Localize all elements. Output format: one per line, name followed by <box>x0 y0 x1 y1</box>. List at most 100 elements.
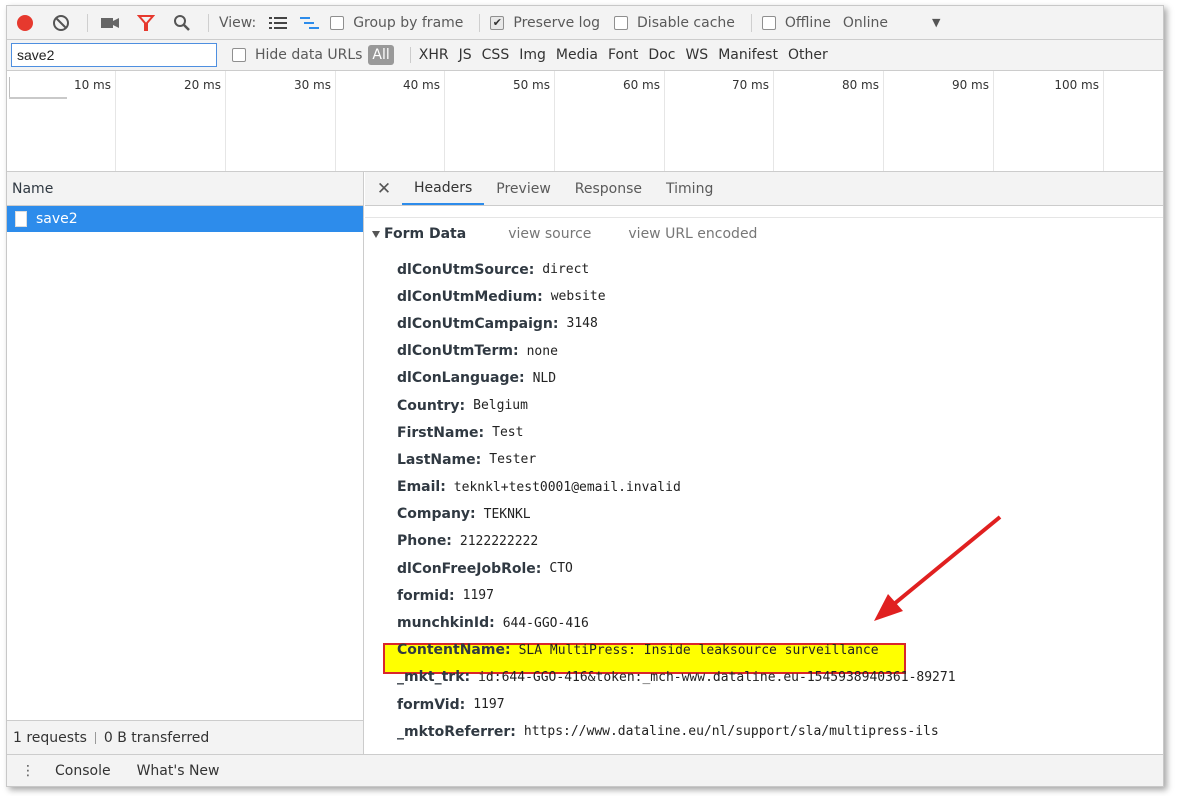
form-data-row: Email: teknkl+test0001@email.invalid <box>397 474 1163 501</box>
form-data-value: 2122222222 <box>459 533 539 549</box>
overview-tick: 60 ms <box>555 71 665 171</box>
form-data-key: dlConUtmMedium: <box>397 288 543 305</box>
form-data-key: dlConLanguage: <box>397 370 525 387</box>
tick-label: 70 ms <box>731 78 769 92</box>
overview-tick: 20 ms <box>116 71 226 171</box>
close-icon[interactable]: ✕ <box>373 172 395 205</box>
form-data-key: dlConUtmCampaign: <box>397 315 559 332</box>
group-by-frame-label: Group by frame <box>353 14 464 31</box>
tick-label: 10 ms <box>73 78 111 92</box>
toolbar-divider <box>750 13 752 32</box>
form-data-value: CTO <box>549 561 573 577</box>
checkbox-box[interactable]: ✔ <box>490 15 505 30</box>
type-filter-media[interactable]: Media <box>556 46 598 64</box>
form-data-section-header[interactable]: Form Data view source view URL encoded <box>372 226 794 242</box>
form-data-key: formid: <box>397 587 455 604</box>
drawer-bar: ⋮ Console What's New <box>7 754 1163 786</box>
transferred-size: 0 B transferred <box>103 729 210 746</box>
form-data-value: teknkl+test0001@email.invalid <box>453 479 681 495</box>
form-data-row: dlConUtmCampaign: 3148 <box>397 310 1163 337</box>
form-data-key: FirstName: <box>397 424 485 441</box>
form-data-key: Country: <box>397 397 466 414</box>
request-row[interactable]: save2 <box>7 206 363 232</box>
type-filter-img[interactable]: Img <box>519 46 546 64</box>
type-filter-font[interactable]: Font <box>608 46 638 64</box>
form-data-value: id:644-GGO-416&token:_mch-www.dataline.e… <box>478 669 956 685</box>
view-source-link[interactable]: view source <box>508 226 591 242</box>
tab-response[interactable]: Response <box>563 172 654 205</box>
view-url-encoded-link[interactable]: view URL encoded <box>628 226 757 242</box>
form-data-value: 3148 <box>566 316 598 332</box>
tab-preview[interactable]: Preview <box>484 172 563 205</box>
type-filter-all[interactable]: All <box>368 45 394 65</box>
tick-label: 90 ms <box>951 78 989 92</box>
type-filter-doc[interactable]: Doc <box>648 46 675 64</box>
overview-tick: 30 ms <box>226 71 336 171</box>
form-data-value: Test <box>492 425 524 441</box>
offline-checkbox[interactable]: Offline <box>761 14 831 31</box>
request-count: 1 requests <box>13 729 87 746</box>
name-column-header[interactable]: Name <box>7 172 363 206</box>
form-data-value: 1197 <box>462 588 494 604</box>
tab-headers[interactable]: Headers <box>402 172 485 205</box>
type-filter-js[interactable]: JS <box>459 46 472 64</box>
checkbox-box[interactable] <box>761 15 776 30</box>
checkbox-box[interactable] <box>330 15 345 30</box>
waterfall-view-icon[interactable] <box>298 11 322 35</box>
hide-data-urls-checkbox[interactable]: Hide data URLs <box>232 47 362 63</box>
form-data-row: FirstName: Test <box>397 419 1163 446</box>
devtools-window: View: Group by frame ✔ Preserve log Disa… <box>6 5 1164 787</box>
form-data-row: formid: 1197 <box>397 582 1163 609</box>
form-data-value: 644-GGO-416 <box>502 615 589 631</box>
tick-label: 60 ms <box>622 78 660 92</box>
more-menu-icon[interactable]: ⋮ <box>21 764 35 778</box>
timeline-overview[interactable]: 10 ms 20 ms 30 ms 40 ms 50 ms 60 ms 70 m… <box>7 71 1163 172</box>
form-data-key: LastName: <box>397 451 482 468</box>
drawer-tab-whats-new[interactable]: What's New <box>137 763 220 779</box>
type-filter-other[interactable]: Other <box>788 46 828 64</box>
filter-bar: Hide data URLs All XHR JS CSS Img Media … <box>7 40 1163 71</box>
tick-label: 40 ms <box>402 78 440 92</box>
toolbar-divider <box>87 13 88 32</box>
tick-label: 80 ms <box>841 78 879 92</box>
form-data-value: Tester <box>489 452 537 468</box>
filter-input[interactable] <box>11 43 217 67</box>
chevron-down-icon[interactable]: ▼ <box>932 16 940 29</box>
type-filter-css[interactable]: CSS <box>482 46 510 64</box>
request-details: ✕ Headers Preview Response Timing Form D… <box>365 172 1163 754</box>
checkbox-box[interactable] <box>232 48 246 62</box>
camera-icon[interactable] <box>98 11 122 35</box>
list-view-icon[interactable] <box>266 11 290 35</box>
clear-icon[interactable] <box>49 11 73 35</box>
search-icon[interactable] <box>170 11 194 35</box>
view-label: View: <box>219 14 257 31</box>
throttling-select[interactable]: Online <box>843 15 888 31</box>
form-data-value: direct <box>542 262 590 278</box>
expand-triangle-icon[interactable] <box>372 230 380 238</box>
tab-timing[interactable]: Timing <box>654 172 725 205</box>
toolbar-divider <box>208 13 209 32</box>
checkbox-box[interactable] <box>614 15 629 30</box>
offline-label: Offline <box>784 14 831 31</box>
overview-tick: 90 ms <box>884 71 994 171</box>
form-data-key: Phone: <box>397 533 452 550</box>
form-data-value: https://www.dataline.eu/nl/support/sla/m… <box>523 724 939 740</box>
record-icon[interactable] <box>13 11 37 35</box>
type-filter-xhr[interactable]: XHR <box>419 46 449 64</box>
form-data-row: LastName: Tester <box>397 446 1163 473</box>
drawer-tab-console[interactable]: Console <box>55 763 111 779</box>
form-data-value: TEKNKL <box>483 506 531 522</box>
filter-icon[interactable] <box>134 11 158 35</box>
type-filter-ws[interactable]: WS <box>685 46 708 64</box>
form-data-key: munchkinId: <box>397 615 495 632</box>
form-data-row: formVid: 1197 <box>397 691 1163 718</box>
form-data-list: dlConUtmSource: direct dlConUtmMedium: webs… <box>397 256 1163 745</box>
form-data-key: Company: <box>397 506 476 523</box>
filter-divider <box>409 47 411 63</box>
preserve-log-checkbox[interactable]: ✔ Preserve log <box>490 15 600 31</box>
overview-tick: 50 ms <box>445 71 555 171</box>
disable-cache-label: Disable cache <box>637 14 735 31</box>
type-filter-manifest[interactable]: Manifest <box>718 46 778 64</box>
disable-cache-checkbox[interactable]: Disable cache <box>614 15 735 31</box>
group-by-frame-checkbox[interactable]: Group by frame <box>330 15 463 31</box>
